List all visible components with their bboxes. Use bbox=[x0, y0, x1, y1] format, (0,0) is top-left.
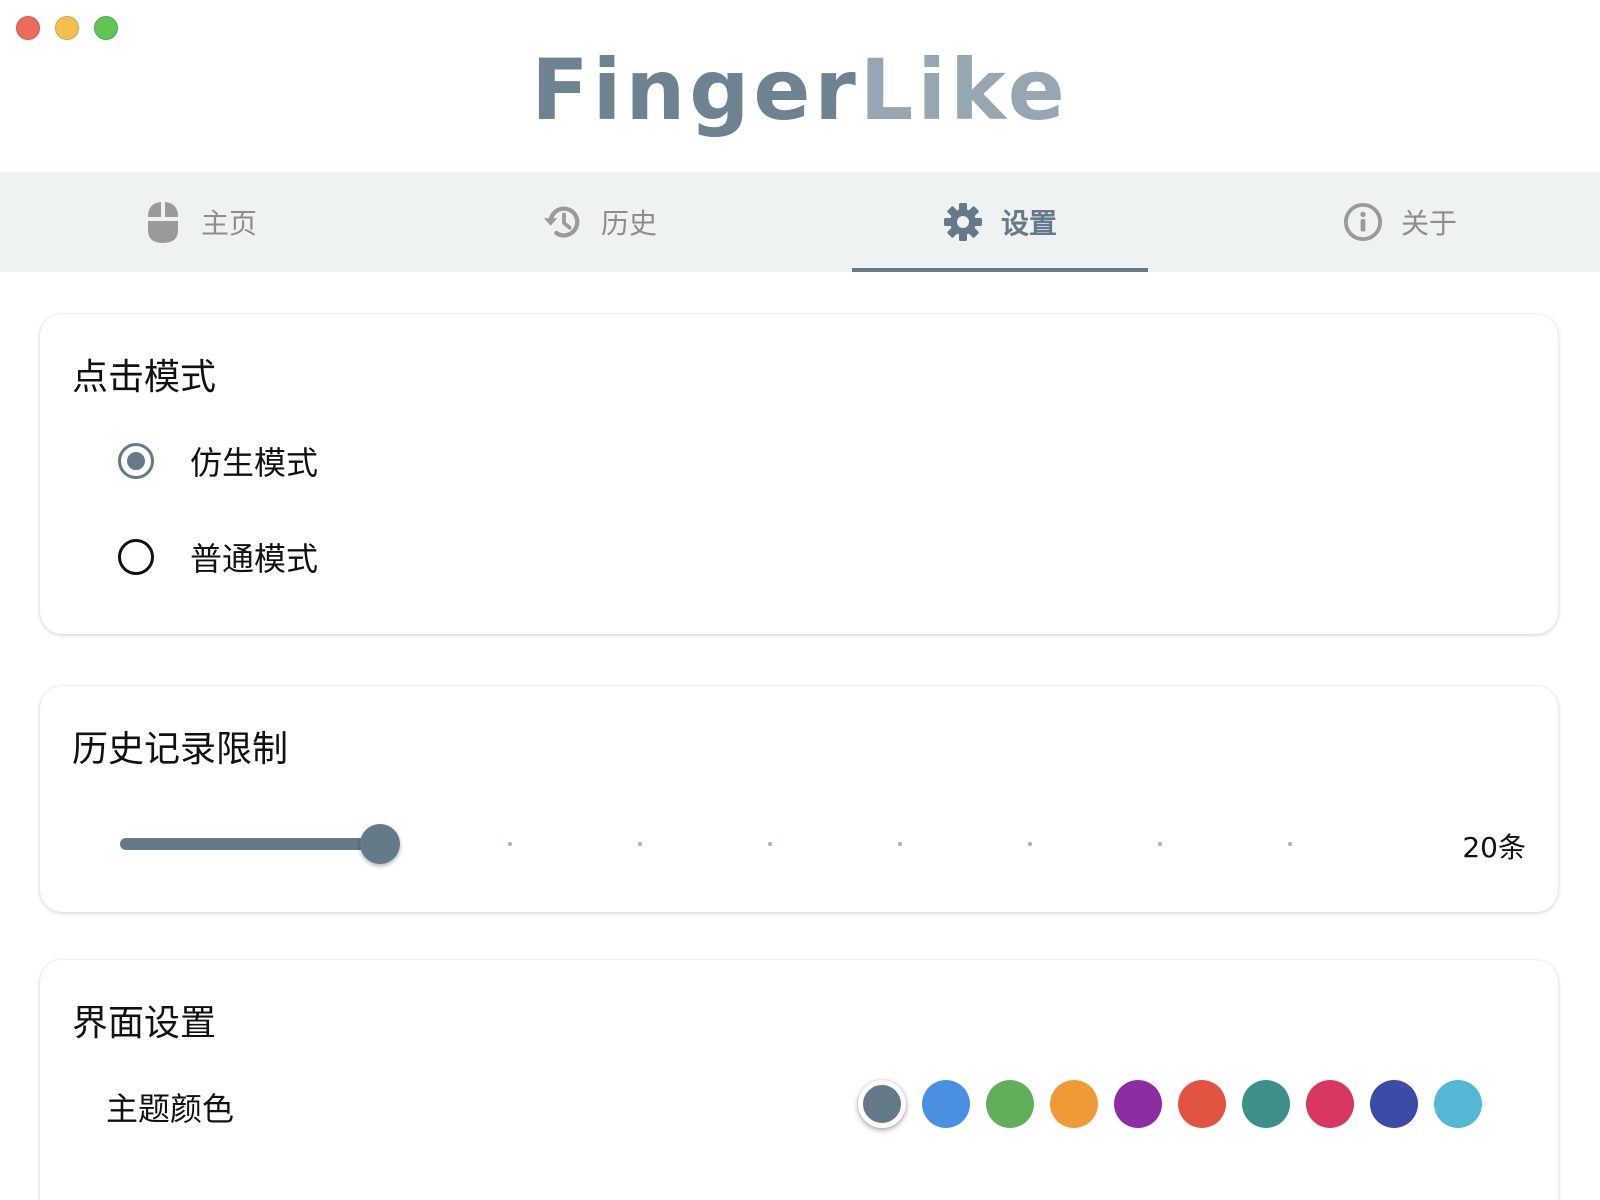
slider-thumb[interactable] bbox=[360, 824, 400, 864]
click-mode-title: 点击模式 bbox=[72, 357, 217, 398]
slider-tick bbox=[1028, 842, 1032, 846]
theme-color-swatches bbox=[858, 1080, 1482, 1128]
mouse-icon bbox=[143, 202, 183, 243]
theme-color-swatch[interactable] bbox=[1306, 1080, 1354, 1128]
history-limit-title: 历史记录限制 bbox=[72, 729, 289, 770]
app-title: FingerLike bbox=[0, 40, 1600, 140]
theme-color-swatch[interactable] bbox=[858, 1080, 906, 1128]
history-limit-slider[interactable] bbox=[120, 824, 1420, 864]
window-controls bbox=[16, 16, 118, 40]
history-limit-card: 历史记录限制 20条 bbox=[40, 686, 1558, 912]
theme-color-label: 主题颜色 bbox=[106, 1090, 235, 1128]
ui-settings-title: 界面设置 bbox=[72, 1003, 217, 1044]
slider-tick bbox=[768, 842, 772, 846]
tab-settings-label: 设置 bbox=[1000, 207, 1057, 240]
slider-tick bbox=[898, 842, 902, 846]
click-mode-card: 点击模式 仿生模式 普通模式 bbox=[40, 314, 1558, 634]
tab-history-label: 历史 bbox=[600, 207, 657, 240]
slider-tick bbox=[508, 842, 512, 846]
tab-home-label: 主页 bbox=[200, 207, 257, 240]
slider-tick bbox=[1288, 842, 1292, 846]
radio-option-normal[interactable]: 普通模式 bbox=[118, 534, 318, 580]
theme-color-swatch[interactable] bbox=[1114, 1080, 1162, 1128]
history-icon bbox=[543, 202, 583, 242]
theme-color-swatch[interactable] bbox=[1050, 1080, 1098, 1128]
app-title-part1: Finger bbox=[531, 41, 860, 139]
history-limit-value: 20条 bbox=[1462, 831, 1526, 864]
radio-option-normal-label: 普通模式 bbox=[190, 540, 319, 578]
close-window-button[interactable] bbox=[16, 16, 40, 40]
app-title-part2: Like bbox=[859, 41, 1069, 139]
tab-about[interactable]: 关于 bbox=[1200, 172, 1600, 272]
theme-color-swatch[interactable] bbox=[1242, 1080, 1290, 1128]
theme-color-swatch[interactable] bbox=[1370, 1080, 1418, 1128]
theme-color-swatch[interactable] bbox=[1178, 1080, 1226, 1128]
tab-bar: 主页 历史 设置 关于 bbox=[0, 172, 1600, 272]
gear-icon bbox=[943, 202, 983, 242]
slider-fill bbox=[120, 838, 380, 850]
theme-color-swatch[interactable] bbox=[922, 1080, 970, 1128]
tab-history[interactable]: 历史 bbox=[400, 172, 800, 272]
radio-button-checked[interactable] bbox=[118, 443, 154, 479]
minimize-window-button[interactable] bbox=[55, 16, 79, 40]
radio-dot bbox=[127, 452, 145, 470]
theme-color-swatch[interactable] bbox=[1434, 1080, 1482, 1128]
radio-button-unchecked[interactable] bbox=[118, 539, 154, 575]
slider-tick bbox=[638, 842, 642, 846]
slider-tick bbox=[1158, 842, 1162, 846]
radio-option-bionic-label: 仿生模式 bbox=[190, 444, 319, 482]
tab-about-label: 关于 bbox=[1400, 207, 1457, 240]
tab-settings[interactable]: 设置 bbox=[800, 172, 1200, 272]
theme-color-swatch[interactable] bbox=[986, 1080, 1034, 1128]
app-window: FingerLike 主页 历史 设置 关于 点击模式 仿生模式 普通模式 历史… bbox=[0, 0, 1600, 1200]
info-icon bbox=[1343, 202, 1383, 242]
ui-settings-card: 界面设置 主题颜色 bbox=[40, 960, 1558, 1200]
radio-option-bionic[interactable]: 仿生模式 bbox=[118, 438, 318, 484]
tab-home[interactable]: 主页 bbox=[0, 172, 400, 272]
zoom-window-button[interactable] bbox=[94, 16, 118, 40]
